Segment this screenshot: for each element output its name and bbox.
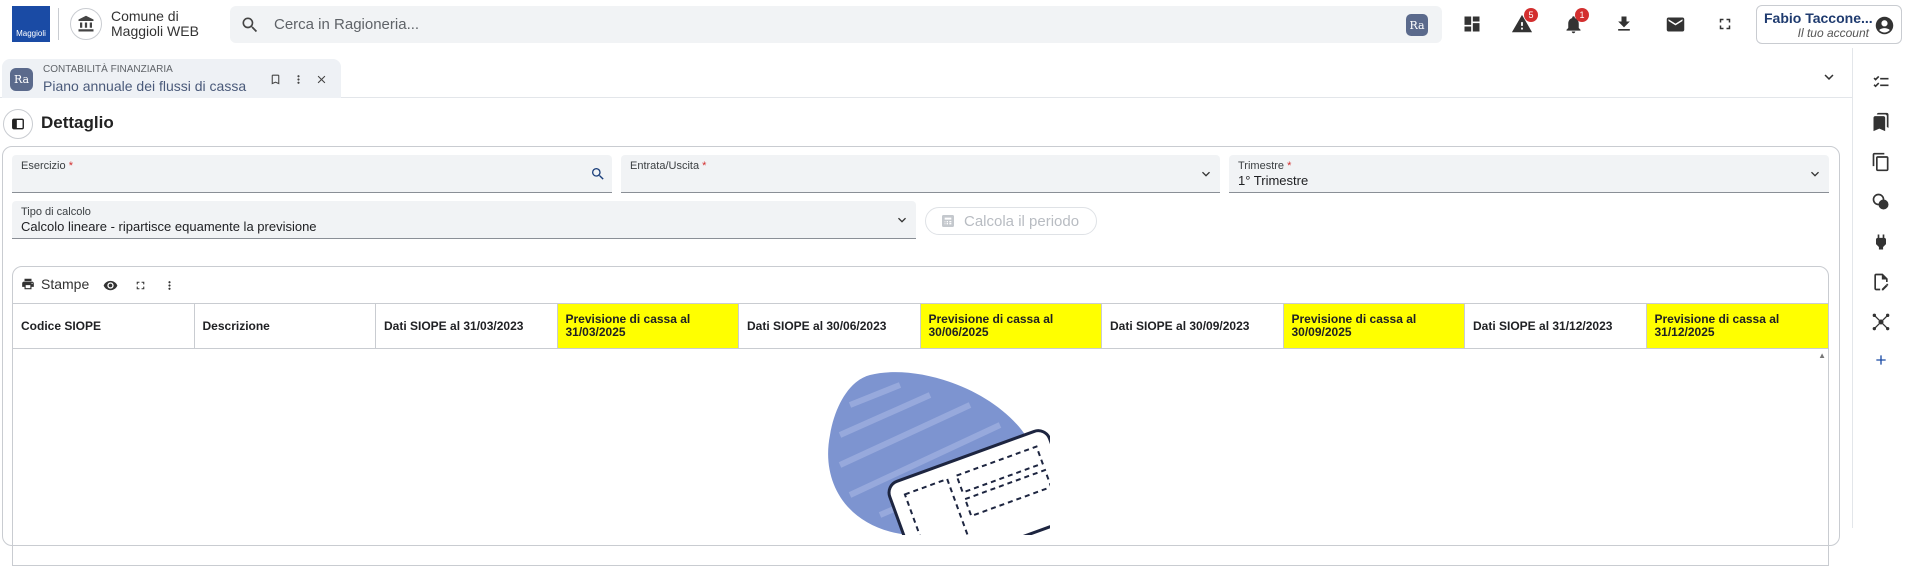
account-circle-icon (1874, 15, 1895, 36)
empty-state-illustration (810, 365, 1050, 535)
network-icon[interactable] (1870, 311, 1892, 333)
data-grid: Stampe Codice SIOPE Descrizione Dati SIOPE… (12, 266, 1829, 566)
coins-icon[interactable] (1870, 191, 1892, 213)
column-header[interactable]: Dati SIOPE al 31/12/2023 (1465, 304, 1647, 348)
trimestre-label: Trimestre * (1238, 160, 1292, 172)
column-header[interactable]: Previsione di cassa al 31/03/2025 (557, 304, 739, 348)
trimestre-value: 1° Trimestre (1238, 173, 1309, 188)
plug-icon[interactable] (1870, 231, 1892, 253)
right-rail (1852, 48, 1908, 528)
comune-name: Comune di Maggioli WEB (111, 8, 199, 39)
more-vert-icon[interactable] (161, 277, 177, 293)
notifications-button[interactable]: 1 (1555, 6, 1591, 42)
detail-title: Dettaglio (41, 113, 114, 132)
column-header[interactable]: Previsione di cassa al 31/12/2025 (1646, 304, 1828, 348)
entrata-uscita-select[interactable]: Entrata/Uscita * (621, 155, 1220, 193)
chevron-down-icon (1198, 166, 1214, 182)
messages-button[interactable] (1657, 6, 1693, 42)
column-header[interactable]: Descrizione (195, 304, 376, 348)
column-header[interactable]: Dati SIOPE al 30/09/2023 (1102, 304, 1284, 348)
calcola-periodo-label: Calcola il periodo (964, 212, 1080, 230)
fullscreen-icon (1716, 15, 1734, 33)
grid-toolbar: Stampe (13, 267, 1828, 303)
bookmark-icon[interactable] (267, 71, 283, 87)
bookmarks-icon[interactable] (1870, 111, 1892, 133)
tab-app-badge: Ra (10, 68, 33, 91)
download-button[interactable] (1606, 6, 1642, 42)
esercizio-field[interactable]: Esercizio * (12, 155, 612, 193)
chevron-down-icon (894, 212, 910, 228)
tab-category: CONTABILITÀ FINANZIARIA (43, 64, 173, 75)
eye-icon[interactable] (102, 277, 118, 293)
search-input[interactable]: Cerca in Ragioneria... (274, 16, 419, 33)
app-badge[interactable]: Ra (1406, 14, 1428, 36)
trimestre-select[interactable]: Trimestre * 1° Trimestre (1229, 155, 1829, 193)
tab-row: Ra CONTABILITÀ FINANZIARIA Piano annuale… (0, 54, 1852, 98)
account-button[interactable]: Fabio Taccone... Il tuo account (1756, 5, 1902, 44)
document-edit-icon[interactable] (1870, 271, 1892, 293)
maggioli-logo[interactable]: Maggioli (12, 6, 50, 42)
calcola-periodo-button[interactable]: Calcola il periodo (925, 207, 1097, 235)
esercizio-label: Esercizio * (21, 160, 73, 172)
close-icon[interactable] (313, 71, 329, 87)
chevron-down-icon (1807, 166, 1823, 182)
column-header[interactable]: Dati SIOPE al 30/06/2023 (739, 304, 921, 348)
logo-text: Maggioli (16, 29, 46, 38)
warnings-badge: 5 (1524, 8, 1538, 22)
tipo-calcolo-select[interactable]: Tipo di calcolo Calcolo lineare - ripart… (12, 201, 916, 239)
scroll-up-arrow[interactable]: ▲ (1818, 351, 1826, 360)
tipo-calcolo-value: Calcolo lineare - ripartisce equamente l… (21, 219, 317, 234)
column-header[interactable]: Previsione di cassa al 30/09/2025 (1283, 304, 1465, 348)
download-icon (1614, 14, 1634, 34)
fullscreen-button[interactable] (1707, 6, 1743, 42)
search-icon[interactable] (590, 166, 606, 182)
stampe-label: Stampe (41, 276, 90, 292)
dashboard-icon (1462, 14, 1482, 34)
stampe-button[interactable]: Stampe (21, 276, 89, 292)
side-panel-icon (11, 117, 25, 131)
clipboard-icon[interactable] (1870, 151, 1892, 173)
bank-icon[interactable] (70, 8, 102, 40)
add-icon[interactable] (1870, 349, 1892, 371)
account-subtitle: Il tuo account (1797, 26, 1869, 40)
printer-icon (21, 277, 35, 291)
column-header[interactable]: Codice SIOPE (13, 304, 195, 348)
column-header[interactable]: Previsione di cassa al 30/06/2025 (920, 304, 1102, 348)
brand-separator (58, 8, 59, 40)
entrata-uscita-label: Entrata/Uscita * (630, 160, 707, 172)
tipo-calcolo-label: Tipo di calcolo (21, 206, 91, 218)
mail-icon (1665, 14, 1686, 35)
search-bar[interactable]: Cerca in Ragioneria... Ra (230, 6, 1442, 43)
checklist-icon[interactable] (1870, 71, 1892, 93)
alerts-badge: 1 (1575, 8, 1589, 22)
more-vert-icon[interactable] (290, 71, 306, 87)
tab-title: Piano annuale dei flussi di cassa (43, 78, 247, 94)
fullscreen-icon[interactable] (132, 277, 148, 293)
chevron-down-icon[interactable] (1820, 68, 1838, 86)
column-header[interactable]: Dati SIOPE al 31/03/2023 (376, 304, 558, 348)
account-name: Fabio Taccone... (1764, 10, 1873, 26)
sidebar-toggle-button[interactable] (3, 109, 33, 139)
dashboard-button[interactable] (1454, 6, 1490, 42)
search-icon (240, 15, 260, 35)
calculator-icon (940, 212, 956, 230)
warnings-button[interactable]: 5 (1504, 6, 1540, 42)
top-bar: Maggioli Comune di Maggioli WEB Cerca in… (0, 0, 1908, 48)
grid-header: Codice SIOPE Descrizione Dati SIOPE al 31/… (13, 303, 1828, 349)
tab-piano-flussi-cassa[interactable]: Ra CONTABILITÀ FINANZIARIA Piano annuale… (2, 59, 341, 98)
